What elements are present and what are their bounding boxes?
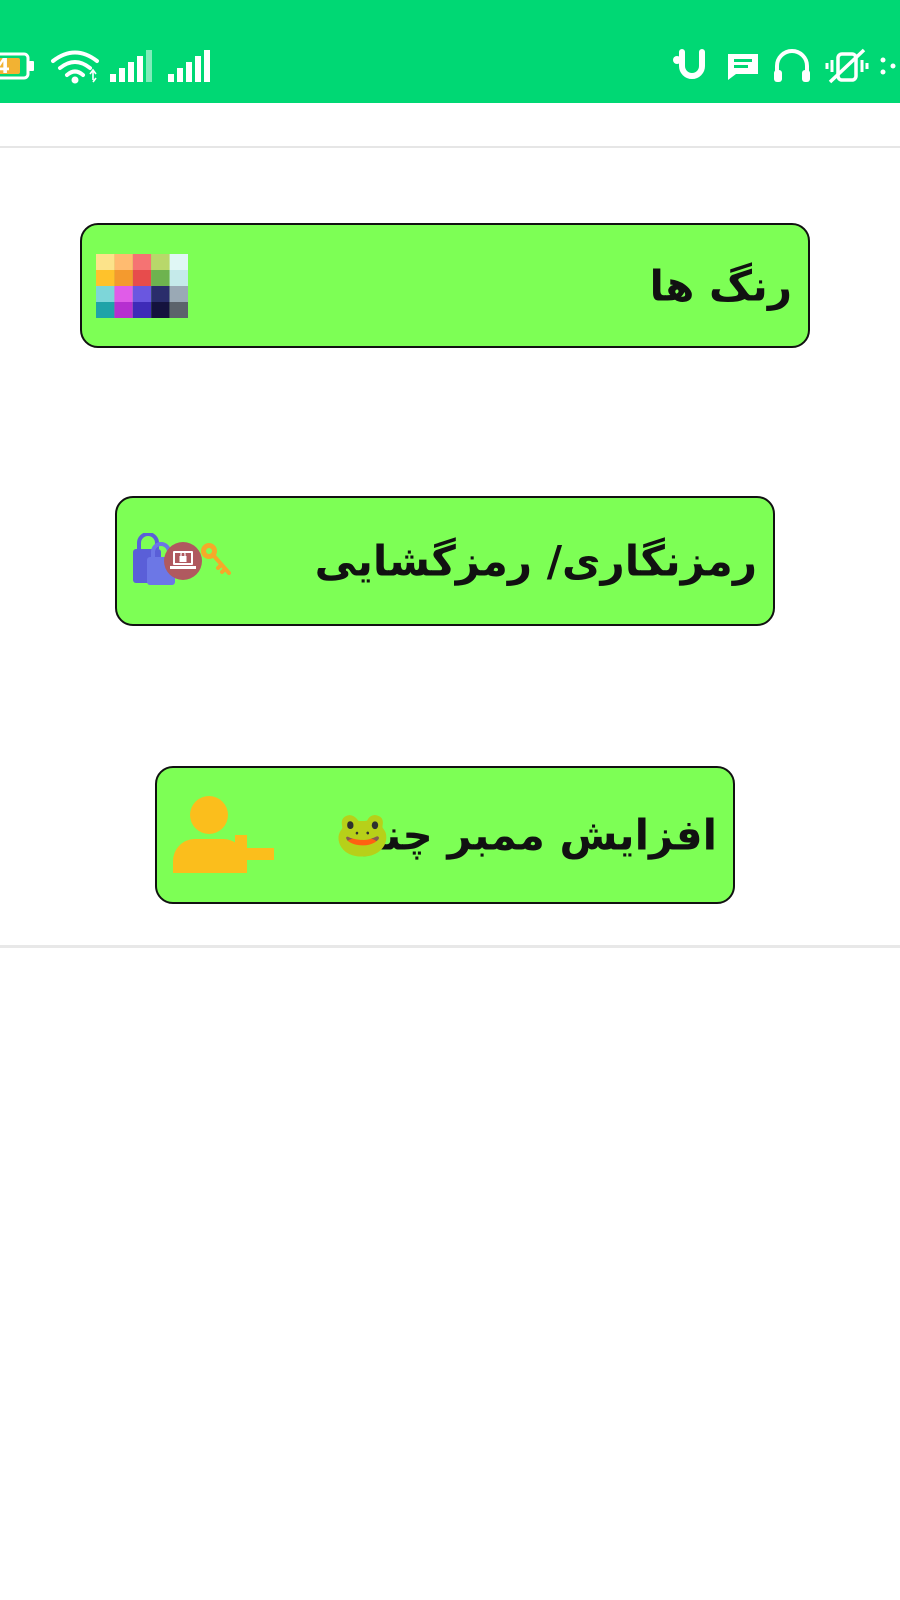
more-dots-icon bbox=[878, 48, 900, 84]
colors-button[interactable]: رنگ ها bbox=[80, 223, 810, 348]
app-u-icon bbox=[672, 48, 712, 84]
toolbar-strip bbox=[0, 103, 900, 148]
signal-icon bbox=[166, 48, 216, 84]
signal-icon bbox=[108, 48, 158, 84]
add-user-icon bbox=[173, 795, 275, 875]
message-icon bbox=[726, 48, 760, 84]
frog-emoji: 🐸 bbox=[335, 809, 390, 860]
battery-level: 4 bbox=[0, 54, 10, 78]
vibrate-off-icon bbox=[824, 48, 870, 84]
battery-icon: 4 bbox=[0, 48, 38, 84]
headphones-icon bbox=[772, 48, 812, 84]
main-menu: رنگ ها رمزنگاری/ رمزگشایی افزایش ممبر چن… bbox=[0, 148, 900, 948]
increase-members-label: افزایش ممبر چنل bbox=[347, 810, 717, 860]
status-bar: 4 bbox=[0, 0, 900, 103]
increase-members-button[interactable]: افزایش ممبر چنل 🐸 bbox=[155, 766, 735, 904]
colors-label: رنگ ها bbox=[649, 261, 792, 310]
encrypt-decrypt-label: رمزنگاری/ رمزگشایی bbox=[314, 536, 757, 586]
wifi-icon bbox=[50, 48, 100, 84]
lock-key-icon bbox=[131, 532, 231, 589]
encrypt-decrypt-button[interactable]: رمزنگاری/ رمزگشایی bbox=[115, 496, 775, 626]
color-palette-icon bbox=[96, 253, 188, 318]
